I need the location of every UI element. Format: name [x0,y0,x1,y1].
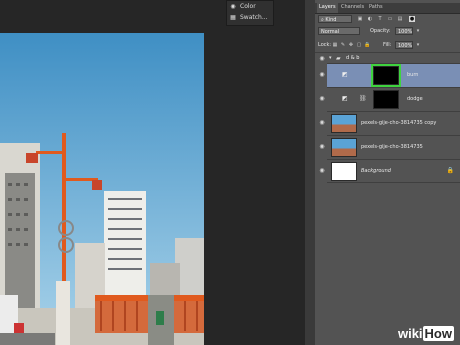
kind-filter-select[interactable]: ⌕ Kind [318,15,352,23]
filter-row: ⌕ Kind ▣ ◐ T ▭ ▤ ● [315,14,460,24]
tab-paths[interactable]: Paths [369,4,383,10]
document-image[interactable] [0,33,204,345]
menu-item-color[interactable]: ◉ Color [229,2,255,12]
blend-row: Normal Opacity: 100% ▾ [315,26,460,36]
lock-row: Lock: ▦ ✎ ✥ ▢ 🔒 Fill: 100% ▾ [315,40,460,50]
layer-name[interactable]: dodge [407,96,423,102]
layer-row-dodge[interactable]: ◉ ◩ ⛓ dodge [319,87,460,111]
layer-name[interactable]: pexels-gije-cho-3814735 [361,144,423,150]
layer-mask-thumbnail[interactable] [373,90,399,109]
panel-tabs: Layers Channels Paths [315,3,460,14]
visibility-eye-icon[interactable]: ◉ [318,72,326,78]
lock-position-icon[interactable]: ✥ [348,42,354,48]
opacity-input[interactable]: 100% [395,27,413,35]
fill-label: Fill: [383,42,392,48]
tab-channels[interactable]: Channels [341,4,364,10]
canvas-scrollbar[interactable] [305,0,315,345]
menu-item-swatch[interactable]: ▦ Swatch... [229,13,267,23]
layer-row-background[interactable]: ◉ Background 🔒 [319,159,460,183]
layers-panel: Layers Channels Paths ⌕ Kind ▣ ◐ T ▭ ▤ ●… [315,0,460,345]
color-swatch-menu: ◉ Color ▦ Swatch... [226,0,274,26]
visibility-eye-icon[interactable]: ◉ [318,96,326,102]
lock-icon: 🔒 [446,167,454,174]
layer-thumbnail[interactable] [331,162,357,181]
folder-icon: ▰ [336,55,341,62]
layer-name[interactable]: pexels-gije-cho-3814735 copy [361,120,436,126]
visibility-eye-icon[interactable]: ◉ [318,120,326,126]
lock-all-icon[interactable]: 🔒 [364,42,370,48]
lock-pixels-icon[interactable]: ✎ [340,42,346,48]
blend-mode-select[interactable]: Normal [318,27,360,35]
lock-label: Lock: [318,42,332,48]
layer-row-burn[interactable]: ◉ ◩ burn [319,63,460,87]
lock-artboard-icon[interactable]: ▢ [356,42,362,48]
lock-transparent-icon[interactable]: ▦ [332,42,338,48]
filter-toggle-icon[interactable]: ● [409,16,415,22]
shape-filter-icon[interactable]: ▭ [387,16,393,22]
layer-thumbnail[interactable] [331,138,357,157]
layer-row-photo-copy[interactable]: ◉ pexels-gije-cho-3814735 copy [319,111,460,135]
color-icon: ◉ [230,3,236,10]
search-icon: ⌕ [321,17,324,23]
layer-name[interactable]: burn [407,72,418,78]
layer-name[interactable]: Background [361,168,391,174]
chevron-down-icon[interactable]: ▾ [329,55,332,61]
layer-row-photo[interactable]: ◉ pexels-gije-cho-3814735 [319,135,460,159]
visibility-eye-icon[interactable]: ◉ [318,168,326,174]
smart-object-filter-icon[interactable]: ▤ [397,16,403,22]
visibility-eye-icon[interactable]: ◉ [318,56,326,62]
type-filter-icon[interactable]: T [377,16,383,22]
layer-thumbnail[interactable] [331,114,357,133]
pixel-filter-icon[interactable]: ▣ [357,16,363,22]
adjustment-icon: ◩ [342,95,348,102]
fill-dropdown-icon[interactable]: ▾ [415,42,421,48]
selection-highlight [371,64,401,87]
adjustment-icon: ◩ [342,71,348,78]
opacity-label: Opacity: [370,28,391,34]
street-photo [0,33,204,345]
visibility-eye-icon[interactable]: ◉ [318,144,326,150]
document-canvas-area[interactable]: ◉ Color ▦ Swatch... [0,0,315,345]
group-name: d & b [346,55,360,61]
tab-layers[interactable]: Layers [317,3,338,13]
chain-link-icon[interactable]: ⛓ [359,95,367,102]
fill-input[interactable]: 100% [395,41,413,49]
wikihow-watermark: wiki How [397,326,454,341]
swatch-grid-icon: ▦ [230,14,236,21]
opacity-dropdown-icon[interactable]: ▾ [415,28,421,34]
adjustment-filter-icon[interactable]: ◐ [367,16,373,22]
